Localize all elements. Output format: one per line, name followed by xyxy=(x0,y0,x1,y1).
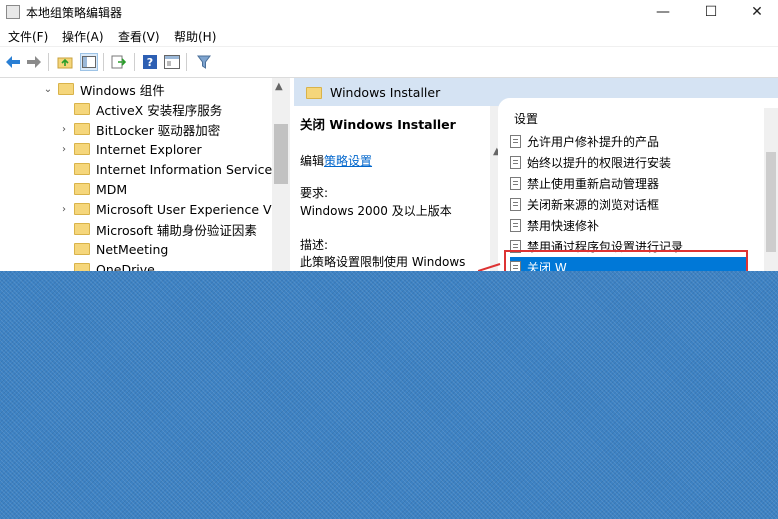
menu-file[interactable]: 文件(F) xyxy=(8,28,48,45)
scroll-up-icon[interactable]: ▲ xyxy=(275,81,283,92)
policy-title: 关闭 Windows Installer xyxy=(300,117,456,132)
column-header-settings[interactable]: 设置 xyxy=(514,110,538,127)
menu-help[interactable]: 帮助(H) xyxy=(174,28,216,45)
help-icon[interactable]: ? xyxy=(141,53,159,71)
tree-item-label: Microsoft 辅助身份验证因素 xyxy=(96,222,257,238)
tree-item-netmeeting[interactable]: NetMeeting xyxy=(58,239,168,259)
folder-icon xyxy=(306,87,322,99)
requirement-label: 要求: xyxy=(300,186,329,200)
folder-icon xyxy=(74,223,90,235)
window-title: 本地组策略编辑器 xyxy=(26,6,123,20)
policy-icon xyxy=(510,155,521,169)
close-button[interactable]: ✕ xyxy=(734,0,778,24)
requirement-value: Windows 2000 及以上版本 xyxy=(300,204,452,218)
folder-icon xyxy=(74,143,90,155)
folder-icon xyxy=(74,103,90,115)
tree-item-label: ActiveX 安装程序服务 xyxy=(96,102,223,118)
tree-item-internet-explorer[interactable]: › Internet Explorer xyxy=(58,139,202,159)
tree-item-label: Internet Information Services xyxy=(96,161,279,177)
details-pane: Windows Installer 关闭 Windows Installer 编… xyxy=(294,78,778,277)
chevron-right-icon[interactable]: › xyxy=(58,204,70,215)
tree-item-bitlocker[interactable]: › BitLocker 驱动器加密 xyxy=(58,119,220,139)
description-label: 描述: xyxy=(300,238,329,252)
tree-item-label: Microsoft User Experience Vi xyxy=(96,201,275,217)
tree-item-label: MDM xyxy=(96,181,128,197)
svg-text:?: ? xyxy=(147,56,153,69)
chevron-right-icon[interactable]: › xyxy=(58,144,70,155)
folder-icon xyxy=(74,203,90,215)
list-item[interactable]: 关闭新来源的浏览对话框 xyxy=(510,194,659,214)
toolbar: ? xyxy=(0,46,778,78)
tree-item-ms-secondary-auth[interactable]: Microsoft 辅助身份验证因素 xyxy=(58,219,257,239)
menu-view[interactable]: 查看(V) xyxy=(118,28,160,45)
show-tree-icon[interactable] xyxy=(80,53,98,71)
tree-item-iis[interactable]: Internet Information Services xyxy=(58,159,279,179)
list-item[interactable]: 禁止使用重新启动管理器 xyxy=(510,173,659,193)
description-panel: 关闭 Windows Installer 编辑策略设置 要求: Windows … xyxy=(294,106,494,271)
tree-item-ms-user-experience[interactable]: › Microsoft User Experience Vi xyxy=(58,199,275,219)
toolbar-separator xyxy=(48,53,49,71)
export-icon[interactable] xyxy=(110,53,128,71)
maximize-button[interactable]: ☐ xyxy=(688,0,734,24)
app-icon xyxy=(6,5,20,19)
edit-prefix: 编辑 xyxy=(300,154,325,168)
policy-icon xyxy=(510,218,521,232)
minimize-button[interactable]: — xyxy=(640,0,686,24)
policy-icon xyxy=(510,197,521,211)
edit-policy-line: 编辑策略设置 xyxy=(300,152,372,169)
folder-icon xyxy=(58,83,74,95)
scrollbar-thumb[interactable] xyxy=(274,124,288,184)
policy-icon xyxy=(510,176,521,190)
back-icon[interactable] xyxy=(4,53,22,71)
details-header-title: Windows Installer xyxy=(330,85,441,100)
tree-item-activex[interactable]: ActiveX 安装程序服务 xyxy=(58,99,222,119)
folder-icon xyxy=(74,263,90,271)
title-bar: 本地组策略编辑器 — ☐ ✕ xyxy=(0,0,778,24)
folder-icon xyxy=(74,123,90,135)
folder-icon xyxy=(74,243,90,255)
filter-icon[interactable] xyxy=(195,53,213,71)
tree-item-label: Windows 组件 xyxy=(80,82,165,98)
tree-item-label: BitLocker 驱动器加密 xyxy=(96,122,221,138)
up-folder-icon[interactable] xyxy=(56,53,74,71)
menu-bar: 文件(F) 操作(A) 查看(V) 帮助(H) xyxy=(0,24,778,46)
policy-icon xyxy=(510,134,521,148)
tree-item-label: NetMeeting xyxy=(96,241,169,257)
settings-list: 设置 允许用户修补提升的产品 始终以提升的权限进行安装 禁止使用重新启动管理器 … xyxy=(498,98,778,277)
description-text: 此策略设置限制使用 Windows xyxy=(300,255,466,269)
list-item[interactable]: 禁用快速修补 xyxy=(510,215,599,235)
image-mask-overlay xyxy=(0,271,778,519)
tree-item-windows-components[interactable]: ⌄ Windows 组件 xyxy=(42,79,165,99)
folder-icon xyxy=(74,183,90,195)
tree-pane: ⌄ Windows 组件 ActiveX 安装程序服务 › BitLocker 驱动… xyxy=(0,78,290,271)
toolbar-separator xyxy=(186,53,187,71)
tree-item-onedrive[interactable]: OneDrive xyxy=(58,259,155,271)
forward-icon[interactable] xyxy=(25,53,43,71)
scrollbar-thumb[interactable] xyxy=(766,152,776,252)
tree-item-label: OneDrive xyxy=(96,261,155,272)
toolbar-separator xyxy=(103,53,104,71)
tree-item-mdm[interactable]: MDM xyxy=(58,179,127,199)
highlight-box xyxy=(504,250,748,271)
list-scrollbar[interactable] xyxy=(764,108,778,271)
tree-item-label: Internet Explorer xyxy=(96,141,202,157)
list-item[interactable]: 始终以提升的权限进行安装 xyxy=(510,152,671,172)
toolbar-separator xyxy=(134,53,135,71)
list-item[interactable]: 允许用户修补提升的产品 xyxy=(510,131,659,151)
chevron-right-icon[interactable]: › xyxy=(58,124,70,135)
folder-icon xyxy=(74,163,90,175)
edit-policy-link[interactable]: 策略设置 xyxy=(324,154,372,168)
chevron-down-icon[interactable]: ⌄ xyxy=(42,84,54,95)
menu-action[interactable]: 操作(A) xyxy=(62,28,104,45)
properties-icon[interactable] xyxy=(163,53,181,71)
tree-scrollbar[interactable]: ▲ xyxy=(272,78,290,271)
